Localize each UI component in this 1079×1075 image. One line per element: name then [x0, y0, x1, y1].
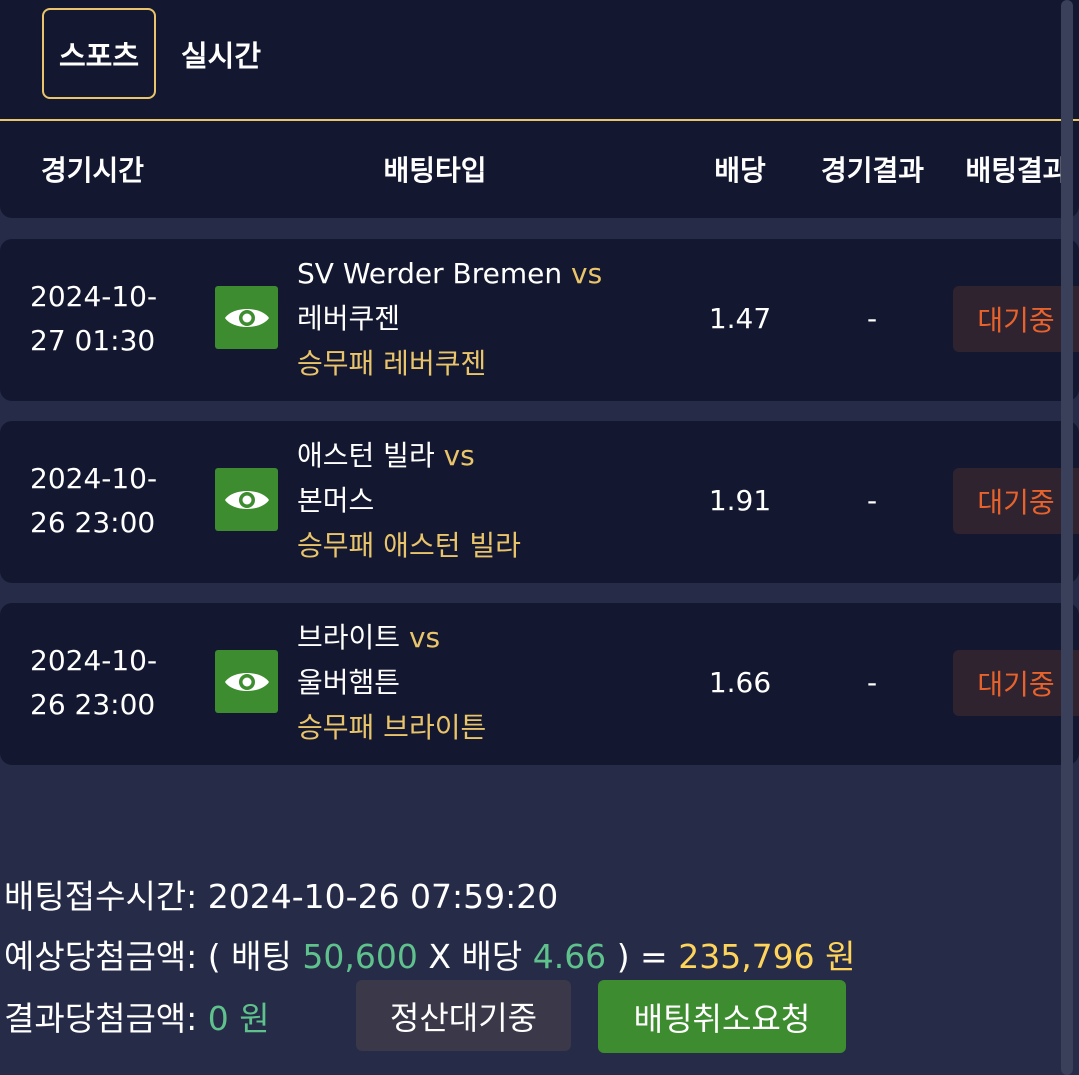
- bet-time-label: 배팅접수시간:: [4, 877, 198, 916]
- view-match-button[interactable]: [215, 650, 278, 713]
- total-odds: 4.66: [532, 937, 607, 976]
- bet-time-value: 2024-10-26 07:59:20: [207, 877, 559, 916]
- match-info: 브라이트 vs 울버햄튼 승무패 브라이튼: [297, 615, 687, 750]
- settle-pending-button[interactable]: 정산대기중: [356, 980, 571, 1051]
- odds-value: 1.91: [708, 484, 772, 517]
- match-date: 2024-10-: [30, 462, 158, 495]
- match-info: SV Werder Bremen vs 레버쿠젠 승무패 레버쿠젠: [297, 251, 687, 386]
- header-match-result: 경기결과: [820, 154, 925, 187]
- header-odds: 배당: [714, 154, 766, 187]
- away-team: 레버쿠젠: [297, 302, 401, 335]
- bet-pick: 승무패 브라이튼: [297, 711, 487, 744]
- match-info: 애스턴 빌라 vs 본머스 승무패 애스턴 빌라: [297, 433, 687, 568]
- times-sign: X: [428, 937, 451, 976]
- odds-value: 1.47: [708, 302, 772, 335]
- scrollbar[interactable]: [1061, 0, 1073, 1075]
- eye-icon: [224, 672, 269, 691]
- home-team: 브라이트: [297, 621, 401, 654]
- eye-icon: [224, 490, 269, 509]
- match-result: -: [866, 484, 878, 517]
- odds-value: 1.66: [708, 666, 772, 699]
- bet-pick: 승무패 애스턴 빌라: [297, 529, 521, 562]
- match-result: -: [866, 302, 878, 335]
- view-match-button[interactable]: [215, 468, 278, 531]
- match-clock: 26 23:00: [30, 688, 156, 721]
- expected-label: 예상당첨금액:: [4, 937, 198, 976]
- table-row: 2024-10- 26 23:00 애스턴 빌라 vs 본머스 승무패 애스턴 …: [0, 421, 1079, 583]
- result-label: 결과당첨금액:: [4, 999, 198, 1038]
- home-team: SV Werder Bremen: [297, 257, 563, 290]
- header-panel: 스포츠 실시간 경기시간 배팅타입 배당 경기결과 배팅결과: [0, 0, 1079, 218]
- match-clock: 27 01:30: [30, 324, 156, 357]
- match-result: -: [866, 666, 878, 699]
- bet-time-line: 배팅접수시간: 2024-10-26 07:59:20: [4, 870, 558, 918]
- table-row: 2024-10- 26 23:00 브라이트 vs 울버햄튼 승무패 브라이튼 …: [0, 603, 1079, 765]
- home-team: 애스턴 빌라: [297, 439, 435, 472]
- bet-pick: 승무패 레버쿠젠: [297, 347, 487, 380]
- open-paren: (: [207, 937, 221, 976]
- bet-amount: 50,600: [302, 937, 418, 976]
- away-team: 본머스: [297, 484, 375, 517]
- header-match-time: 경기시간: [40, 154, 145, 187]
- view-match-button[interactable]: [215, 286, 278, 349]
- result-win-line: 결과당첨금액: 0 원: [4, 992, 270, 1040]
- away-team: 울버햄튼: [297, 666, 401, 699]
- vs-label: vs: [408, 621, 441, 654]
- vs-label: vs: [443, 439, 475, 472]
- result-amount: 0 원: [207, 999, 270, 1038]
- close-paren-equals: ) =: [616, 937, 668, 976]
- tab-divider: [0, 119, 1079, 121]
- match-clock: 26 23:00: [30, 506, 156, 539]
- bet-word: 배팅: [231, 937, 292, 976]
- match-time: 2024-10- 26 23:00: [30, 457, 180, 545]
- match-time: 2024-10- 27 01:30: [30, 275, 180, 363]
- cancel-bet-button[interactable]: 배팅취소요청: [598, 980, 846, 1053]
- header-bet-type: 배팅타입: [383, 154, 487, 187]
- expected-amount: 235,796 원: [678, 937, 856, 976]
- eye-icon: [224, 308, 269, 327]
- odds-word: 배당: [461, 937, 523, 976]
- match-date: 2024-10-: [30, 644, 158, 677]
- table-row: 2024-10- 27 01:30 SV Werder Bremen vs 레버…: [0, 239, 1079, 401]
- expected-win-line: 예상당첨금액: ( 배팅 50,600 X 배당 4.66 ) = 235,79…: [4, 930, 856, 978]
- match-time: 2024-10- 26 23:00: [30, 639, 180, 727]
- tab-live[interactable]: 실시간: [166, 8, 276, 99]
- match-date: 2024-10-: [30, 280, 158, 313]
- vs-label: vs: [571, 257, 603, 290]
- tab-sports[interactable]: 스포츠: [42, 8, 156, 99]
